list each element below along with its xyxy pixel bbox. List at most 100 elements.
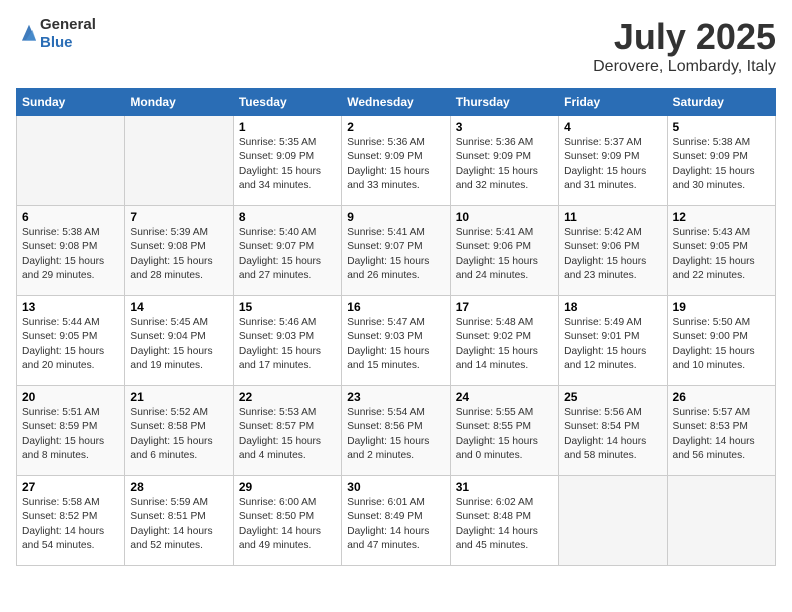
calendar-cell: 15 Sunrise: 5:46 AMSunset: 9:03 PMDayligh…	[233, 296, 341, 386]
day-number: 9	[347, 210, 444, 224]
calendar-cell: 18 Sunrise: 5:49 AMSunset: 9:01 PMDayligh…	[559, 296, 667, 386]
day-info: Sunrise: 5:39 AMSunset: 9:08 PMDaylight:…	[130, 226, 227, 283]
calendar-cell	[559, 476, 667, 566]
day-info: Sunrise: 5:52 AMSunset: 8:58 PMDaylight:…	[130, 406, 227, 463]
calendar-header-row: SundayMondayTuesdayWednesdayThursdayFrid…	[17, 89, 776, 116]
day-of-week-header: Saturday	[667, 89, 775, 116]
calendar-cell: 11Sunrise: 5:42 AMSunset: 9:06 PMDayligh…	[559, 206, 667, 296]
day-info: Sunrise: 6:00 AMSunset: 8:50 PMDaylight:…	[239, 496, 336, 553]
day-info: Sunrise: 5:37 AMSunset: 9:09 PMDaylight:…	[564, 136, 661, 193]
day-number: 7	[130, 210, 227, 224]
day-info: Sunrise: 5:53 AMSunset: 8:57 PMDaylight:…	[239, 406, 336, 463]
day-number: 12	[673, 210, 770, 224]
calendar-body: 1Sunrise: 5:35 AMSunset: 9:09 PMDaylight…	[17, 116, 776, 566]
calendar-table: SundayMondayTuesdayWednesdayThursdayFrid…	[16, 88, 776, 566]
calendar-cell: 3 Sunrise: 5:36 AMSunset: 9:09 PMDaylight…	[450, 116, 558, 206]
calendar-cell: 13 Sunrise: 5:44 AMSunset: 9:05 PMDayligh…	[17, 296, 125, 386]
day-number: 8	[239, 210, 336, 224]
day-number: 31	[456, 480, 553, 494]
day-info: Sunrise: 5:36 AMSunset: 9:09 PMDaylight:…	[456, 136, 553, 193]
day-number: 24	[456, 390, 553, 404]
day-info: Sunrise: 6:01 AMSunset: 8:49 PMDaylight:…	[347, 496, 444, 553]
calendar-cell: 30Sunrise: 6:01 AMSunset: 8:49 PMDayligh…	[342, 476, 450, 566]
day-info: Sunrise: 5:56 AMSunset: 8:54 PMDaylight:…	[564, 406, 661, 463]
day-number: 18	[564, 300, 661, 314]
day-info: Sunrise: 5:46 AMSunset: 9:03 PMDaylight:…	[239, 316, 336, 373]
calendar-cell: 21 Sunrise: 5:52 AMSunset: 8:58 PMDayligh…	[125, 386, 233, 476]
calendar-cell: 19 Sunrise: 5:50 AMSunset: 9:00 PMDayligh…	[667, 296, 775, 386]
day-number: 21	[130, 390, 227, 404]
logo-general: General	[40, 16, 96, 34]
calendar-cell: 14 Sunrise: 5:45 AMSunset: 9:04 PMDayligh…	[125, 296, 233, 386]
day-info: Sunrise: 5:44 AMSunset: 9:05 PMDaylight:…	[22, 316, 119, 373]
day-number: 15	[239, 300, 336, 314]
day-number: 29	[239, 480, 336, 494]
day-number: 2	[347, 120, 444, 134]
day-number: 25	[564, 390, 661, 404]
day-number: 3	[456, 120, 553, 134]
day-number: 28	[130, 480, 227, 494]
calendar-cell	[125, 116, 233, 206]
day-info: Sunrise: 5:40 AMSunset: 9:07 PMDaylight:…	[239, 226, 336, 283]
calendar-cell: 9Sunrise: 5:41 AMSunset: 9:07 PMDaylight…	[342, 206, 450, 296]
title-block: July 2025 Derovere, Lombardy, Italy	[593, 16, 776, 76]
day-number: 16	[347, 300, 444, 314]
day-info: Sunrise: 5:51 AMSunset: 8:59 PMDaylight:…	[22, 406, 119, 463]
day-info: Sunrise: 5:59 AMSunset: 8:51 PMDaylight:…	[130, 496, 227, 553]
day-number: 17	[456, 300, 553, 314]
day-number: 14	[130, 300, 227, 314]
logo-blue: Blue	[40, 34, 96, 52]
day-of-week-header: Sunday	[17, 89, 125, 116]
logo: General Blue	[16, 16, 96, 52]
calendar-cell: 12 Sunrise: 5:43 AMSunset: 9:05 PMDayligh…	[667, 206, 775, 296]
calendar-cell: 6 Sunrise: 5:38 AMSunset: 9:08 PMDaylight…	[17, 206, 125, 296]
day-info: Sunrise: 5:58 AMSunset: 8:52 PMDaylight:…	[22, 496, 119, 553]
day-info: Sunrise: 5:38 AMSunset: 9:08 PMDaylight:…	[22, 226, 119, 283]
day-number: 19	[673, 300, 770, 314]
calendar-cell: 28 Sunrise: 5:59 AMSunset: 8:51 PMDayligh…	[125, 476, 233, 566]
day-info: Sunrise: 5:45 AMSunset: 9:04 PMDaylight:…	[130, 316, 227, 373]
day-info: Sunrise: 5:50 AMSunset: 9:00 PMDaylight:…	[673, 316, 770, 373]
day-info: Sunrise: 5:55 AMSunset: 8:55 PMDaylight:…	[456, 406, 553, 463]
logo-icon	[20, 23, 38, 45]
day-info: Sunrise: 5:57 AMSunset: 8:53 PMDaylight:…	[673, 406, 770, 463]
calendar-cell: 23 Sunrise: 5:54 AMSunset: 8:56 PMDayligh…	[342, 386, 450, 476]
day-info: Sunrise: 5:47 AMSunset: 9:03 PMDaylight:…	[347, 316, 444, 373]
day-info: Sunrise: 5:38 AMSunset: 9:09 PMDaylight:…	[673, 136, 770, 193]
day-info: Sunrise: 5:54 AMSunset: 8:56 PMDaylight:…	[347, 406, 444, 463]
day-of-week-header: Tuesday	[233, 89, 341, 116]
day-number: 13	[22, 300, 119, 314]
day-info: Sunrise: 5:43 AMSunset: 9:05 PMDaylight:…	[673, 226, 770, 283]
calendar-cell	[667, 476, 775, 566]
calendar-cell: 4 Sunrise: 5:37 AMSunset: 9:09 PMDaylight…	[559, 116, 667, 206]
calendar-cell: 5 Sunrise: 5:38 AMSunset: 9:09 PMDaylight…	[667, 116, 775, 206]
calendar-cell: 8 Sunrise: 5:40 AMSunset: 9:07 PMDaylight…	[233, 206, 341, 296]
calendar-cell: 20Sunrise: 5:51 AMSunset: 8:59 PMDayligh…	[17, 386, 125, 476]
page-header: General Blue July 2025 Derovere, Lombard…	[16, 16, 776, 76]
calendar-cell: 1Sunrise: 5:35 AMSunset: 9:09 PMDaylight…	[233, 116, 341, 206]
day-info: Sunrise: 5:49 AMSunset: 9:01 PMDaylight:…	[564, 316, 661, 373]
day-number: 22	[239, 390, 336, 404]
day-of-week-header: Friday	[559, 89, 667, 116]
day-number: 10	[456, 210, 553, 224]
month-title: July 2025	[593, 16, 776, 58]
day-number: 6	[22, 210, 119, 224]
calendar-cell: 2 Sunrise: 5:36 AMSunset: 9:09 PMDaylight…	[342, 116, 450, 206]
calendar-week-row: 6 Sunrise: 5:38 AMSunset: 9:08 PMDaylight…	[17, 206, 776, 296]
calendar-cell: 27 Sunrise: 5:58 AMSunset: 8:52 PMDayligh…	[17, 476, 125, 566]
calendar-cell: 25 Sunrise: 5:56 AMSunset: 8:54 PMDayligh…	[559, 386, 667, 476]
calendar-cell: 7 Sunrise: 5:39 AMSunset: 9:08 PMDaylight…	[125, 206, 233, 296]
calendar-week-row: 20Sunrise: 5:51 AMSunset: 8:59 PMDayligh…	[17, 386, 776, 476]
day-number: 4	[564, 120, 661, 134]
day-of-week-header: Wednesday	[342, 89, 450, 116]
day-info: Sunrise: 5:35 AMSunset: 9:09 PMDaylight:…	[239, 136, 336, 193]
calendar-week-row: 27 Sunrise: 5:58 AMSunset: 8:52 PMDayligh…	[17, 476, 776, 566]
day-number: 26	[673, 390, 770, 404]
day-info: Sunrise: 5:36 AMSunset: 9:09 PMDaylight:…	[347, 136, 444, 193]
day-number: 27	[22, 480, 119, 494]
day-number: 11	[564, 210, 661, 224]
calendar-cell: 26 Sunrise: 5:57 AMSunset: 8:53 PMDayligh…	[667, 386, 775, 476]
day-number: 5	[673, 120, 770, 134]
calendar-cell: 10Sunrise: 5:41 AMSunset: 9:06 PMDayligh…	[450, 206, 558, 296]
day-number: 23	[347, 390, 444, 404]
